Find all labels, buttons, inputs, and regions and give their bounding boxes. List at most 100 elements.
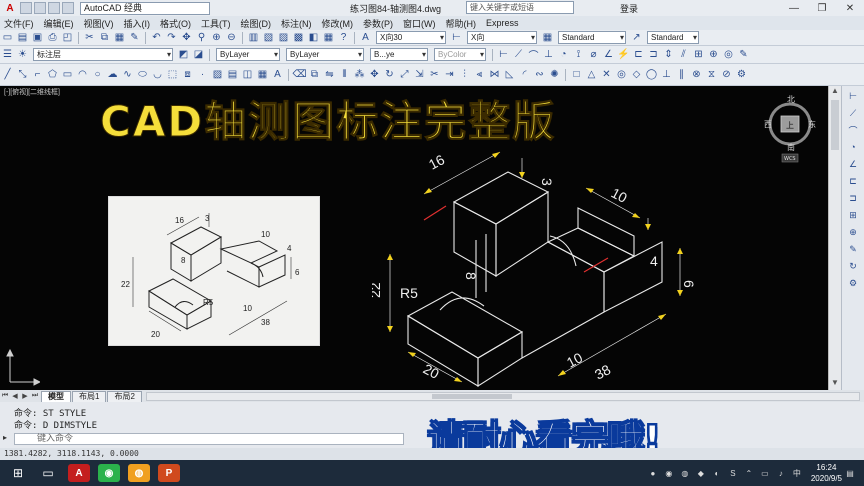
offset-icon[interactable]: ⫴	[338, 68, 351, 81]
dim-16[interactable]: 16	[426, 151, 447, 173]
isometric-drawing[interactable]: 16 3 10 4 6 10 38 20 22 8 R5	[372, 148, 702, 388]
dim-update-palette-icon[interactable]: ↻	[845, 259, 861, 273]
point-icon[interactable]: ·	[196, 68, 209, 81]
tab-layout1[interactable]: 布局1	[72, 390, 107, 402]
menu-dimension[interactable]: 标注(N)	[281, 17, 312, 30]
table-style-icon[interactable]: ▦	[541, 31, 554, 44]
snap-nearest-icon[interactable]: ⧖	[705, 68, 718, 81]
dim-linear-palette-icon[interactable]: ⊢	[845, 89, 861, 103]
lineweight-select[interactable]: B...ye	[370, 48, 428, 61]
undo-icon[interactable]	[62, 2, 74, 14]
linetype-select[interactable]: ByLayer	[286, 48, 364, 61]
tab-model[interactable]: 模型	[41, 390, 71, 402]
new-icon[interactable]	[20, 2, 32, 14]
compass-south[interactable]: 南	[787, 142, 795, 152]
tray-app-icon-2[interactable]: ◍	[679, 467, 691, 479]
compass-west[interactable]: 西	[764, 120, 772, 129]
scroll-up-icon[interactable]: ▲	[829, 86, 841, 98]
taskbar-clock[interactable]: 16:24 2020/9/5	[811, 462, 842, 484]
array-icon[interactable]: ⁂	[353, 68, 366, 81]
tool-palettes-icon[interactable]: ▨	[277, 31, 290, 44]
scale-icon[interactable]: ⤢	[398, 68, 411, 81]
calculator-icon[interactable]: ▦	[322, 31, 335, 44]
diameter-icon[interactable]: ⌀	[587, 48, 600, 61]
revcloud-icon[interactable]: ☁	[106, 68, 119, 81]
dim-10-bottom[interactable]: 10	[564, 349, 585, 371]
input-method-icon[interactable]: 中	[791, 467, 803, 479]
jogged-icon[interactable]: ⟟	[572, 48, 585, 61]
drawing-area[interactable]: [-][俯视][二维线框] CAD轴测图标注完整版 16 3 10 4 6 10…	[0, 86, 828, 390]
table-icon[interactable]: ▦	[256, 68, 269, 81]
baseline-icon[interactable]: ⊏	[632, 48, 645, 61]
tray-wechat-icon[interactable]: ◉	[663, 467, 675, 479]
dimstyle-icon[interactable]: ⊢	[450, 31, 463, 44]
menu-parametric[interactable]: 参数(P)	[363, 17, 393, 30]
ordinate-icon[interactable]: ⊥	[542, 48, 555, 61]
polyline-icon[interactable]: ⌐	[31, 68, 44, 81]
help-icon[interactable]: ?	[337, 31, 350, 44]
network-icon[interactable]: ▭	[759, 467, 771, 479]
lightbulb-icon[interactable]: ☀	[16, 48, 29, 61]
move-icon[interactable]: ✥	[368, 68, 381, 81]
dim-edit-palette-icon[interactable]: ✎	[845, 242, 861, 256]
print-icon[interactable]: ⎙	[46, 31, 59, 44]
login-link[interactable]: 登录	[620, 2, 638, 15]
snap-endpoint-icon[interactable]: □	[570, 68, 583, 81]
continue-icon[interactable]: ⊐	[647, 48, 660, 61]
menu-file[interactable]: 文件(F)	[4, 17, 34, 30]
layer-manager-icon[interactable]: ☰	[1, 48, 14, 61]
wechat-app-icon[interactable]: ◉	[98, 464, 120, 482]
circle-icon[interactable]: ○	[91, 68, 104, 81]
workspace-select[interactable]: AutoCAD 经典	[80, 1, 210, 15]
viewcube-compass[interactable]: 北 南 东 西 上 WCS	[764, 94, 816, 164]
search-input[interactable]: 键入关键字或短语	[466, 1, 574, 14]
horizontal-scrollbar[interactable]	[145, 391, 860, 401]
open-file-icon[interactable]: ▤	[16, 31, 29, 44]
match-properties-icon[interactable]: ✎	[128, 31, 141, 44]
dim-radius-palette-icon[interactable]: ◔	[845, 140, 861, 154]
dim-6[interactable]: 6	[681, 280, 697, 288]
snap-intersection-icon[interactable]: ✕	[600, 68, 613, 81]
tray-app-icon[interactable]: ●	[647, 467, 659, 479]
compass-east[interactable]: 东	[808, 119, 816, 129]
dim-style-palette-icon[interactable]: ⚙	[845, 276, 861, 290]
angular-icon[interactable]: ∠	[602, 48, 615, 61]
mirror-icon[interactable]: ⇋	[323, 68, 336, 81]
snap-midpoint-icon[interactable]: △	[585, 68, 598, 81]
markup-icon[interactable]: ◧	[307, 31, 320, 44]
tab-layout2[interactable]: 布局2	[107, 390, 142, 402]
rotate-icon[interactable]: ↻	[383, 68, 396, 81]
tray-chevron-icon[interactable]: ⌃	[743, 467, 755, 479]
tray-app-icon-3[interactable]: ◆	[695, 467, 707, 479]
vertical-scrollbar[interactable]: ▲ ▼	[828, 86, 841, 390]
pan-icon[interactable]: ✥	[180, 31, 193, 44]
dim-20[interactable]: 20	[421, 361, 442, 383]
chamfer-icon[interactable]: ◺	[503, 68, 516, 81]
snap-none-icon[interactable]: ⊘	[720, 68, 733, 81]
redo-arrow-icon[interactable]: ↷	[165, 31, 178, 44]
spline-icon[interactable]: ∿	[121, 68, 134, 81]
tray-app-icon-4[interactable]: ◐	[711, 467, 723, 479]
break-point-icon[interactable]: ⫶	[458, 68, 471, 81]
dim-22[interactable]: 22	[372, 282, 383, 298]
compass-north[interactable]: 北	[787, 95, 795, 104]
arc-icon[interactable]: ◠	[76, 68, 89, 81]
powerpoint-app-icon[interactable]: P	[158, 464, 180, 482]
dim-space-icon[interactable]: ⇕	[662, 48, 675, 61]
menu-insert[interactable]: 插入(I)	[124, 17, 151, 30]
open-icon[interactable]	[34, 2, 46, 14]
command-input[interactable]: 键入命令	[14, 433, 404, 445]
explode-icon[interactable]: ✺	[548, 68, 561, 81]
make-block-icon[interactable]: ⧈	[181, 68, 194, 81]
scroll-down-icon[interactable]: ▼	[829, 378, 841, 390]
wcs-menu[interactable]: WCS	[784, 156, 796, 162]
yellow-app-icon[interactable]: ◍	[128, 464, 150, 482]
menu-modify[interactable]: 修改(M)	[322, 17, 354, 30]
dim-aligned-palette-icon[interactable]: ⟋	[845, 106, 861, 120]
tab-prev-icon[interactable]: ◀	[10, 391, 20, 401]
menu-tools[interactable]: 工具(T)	[201, 17, 231, 30]
copy-object-icon[interactable]: ⧉	[308, 68, 321, 81]
break-icon[interactable]: ⫷	[473, 68, 486, 81]
snap-perpendicular-icon[interactable]: ⊥	[660, 68, 673, 81]
dimension-style-select-2[interactable]: X向	[467, 31, 537, 44]
